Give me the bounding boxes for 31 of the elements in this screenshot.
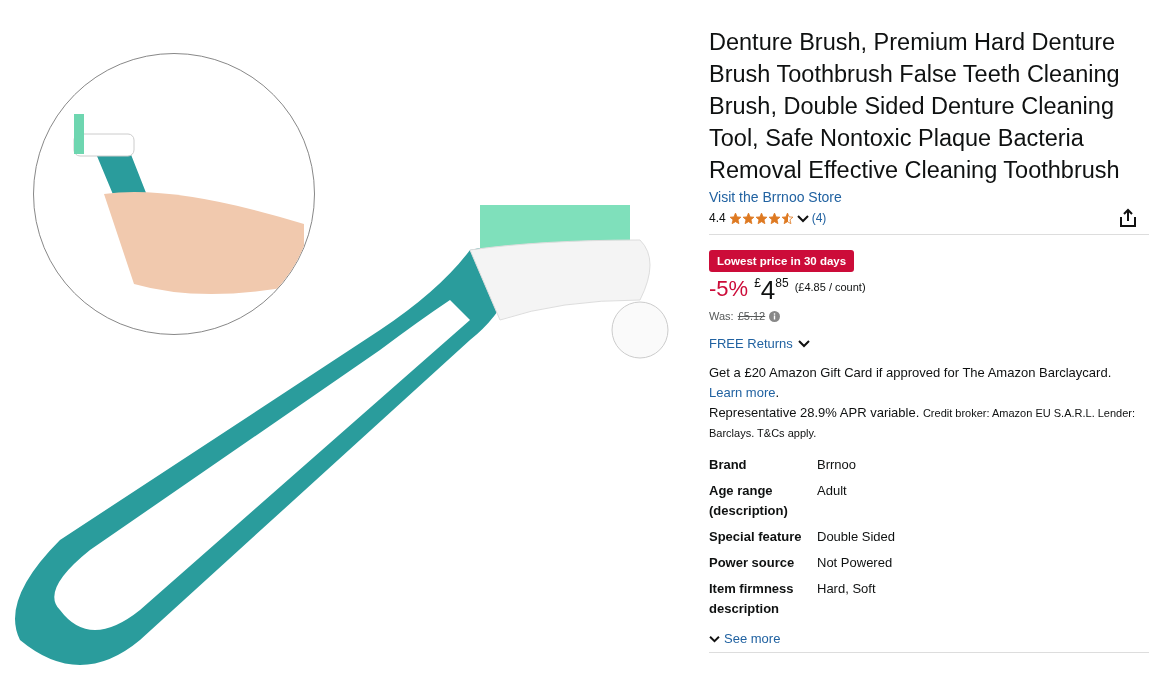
spec-value: Hard, Soft	[817, 580, 877, 598]
star-rating[interactable]	[728, 211, 794, 225]
discount-percent: -5%	[709, 276, 749, 302]
spec-value: Not Powered	[817, 554, 894, 572]
was-label: Was:	[709, 310, 734, 322]
see-more-link[interactable]: See more	[709, 631, 781, 646]
spec-value: Brrnoo	[817, 456, 858, 474]
spec-label: Power source	[709, 554, 796, 572]
price: $^{£}$4$^{85}$	[754, 276, 789, 304]
chevron-down-icon	[709, 634, 720, 643]
was-price: £5.12	[737, 310, 766, 322]
share-icon[interactable]	[1119, 208, 1137, 228]
spec-label: Brand	[709, 456, 748, 474]
spec-label: Item firmness description	[709, 580, 795, 618]
punctuation-text: .	[775, 385, 780, 400]
rating-value: 4.4	[709, 211, 726, 225]
spec-label: Special feature	[709, 528, 803, 546]
gift-card-offer-text: Get a £20 Amazon Gift Card if approved for The Amazon Barclaycard.	[709, 365, 1112, 380]
spec-value: Double Sided	[817, 528, 897, 546]
spec-value: Adult	[817, 482, 848, 500]
info-icon[interactable]	[769, 310, 781, 322]
product-title: Denture Brush, Premium Hard Denture Brush Toothbrush False Teeth Cleaning Brush, Double Sided Denture Cleaning Tool, Safe Nontoxic Plaque Bacteria Removal Effective Cleaning Toothbrush	[709, 28, 1121, 185]
free-returns-link[interactable]: FREE Returns	[709, 336, 793, 351]
deal-badge: Lowest price in 30 days	[709, 250, 855, 272]
apr-text: Representative 28.9% APR variable. Credit broker: Amazon EU S.A.R.L. Lender: Barclays. T&Cs apply.	[709, 404, 1137, 441]
spec-label: Age range (description)	[709, 482, 789, 520]
rating-count-link[interactable]: (4)	[811, 211, 827, 225]
unit-price: (£4.85 / count)	[794, 281, 866, 293]
chevron-down-icon[interactable]	[797, 339, 810, 348]
store-link[interactable]: Visit the Brrnoo Store	[709, 189, 842, 205]
chevron-down-icon[interactable]	[796, 213, 809, 223]
